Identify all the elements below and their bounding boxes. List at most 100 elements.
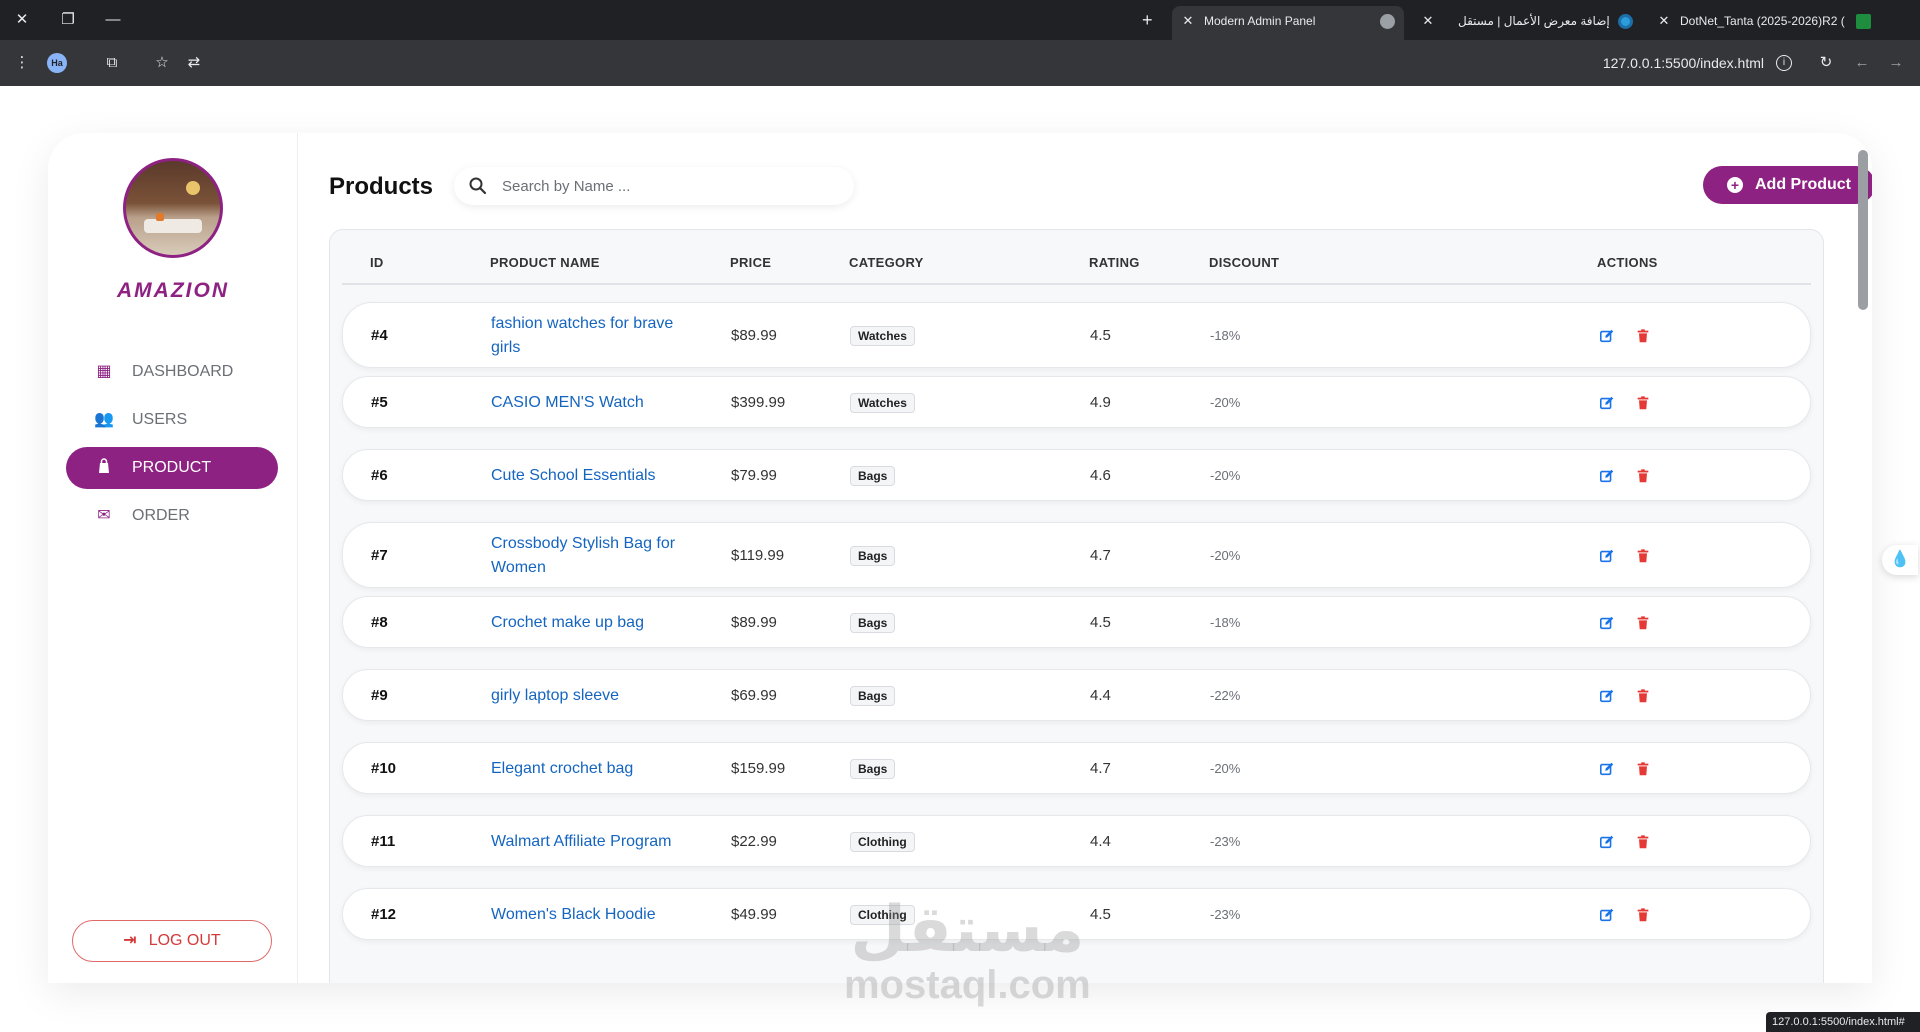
profile-avatar[interactable]: Ha <box>47 53 67 73</box>
products-table: ID PRODUCT NAME PRICE CATEGORY RATING DI… <box>329 229 1824 983</box>
browser-tab-strip: ✕ ❐ — + ✕ Modern Admin Panel ✕ إضافة معر… <box>0 0 1920 40</box>
tab-dotnet-sheet[interactable]: ✕ DotNet_Tanta (2025-2026)R2 ( <box>1648 6 1872 40</box>
add-product-button[interactable]: + Add Product <box>1703 166 1872 204</box>
minimize-window-icon[interactable]: — <box>101 8 125 32</box>
logout-button[interactable]: ⇥ LOG OUT <box>72 920 272 962</box>
product-name-link[interactable]: CASIO MEN'S Watch <box>491 391 691 415</box>
menu-dots-icon[interactable]: ⋮ <box>10 51 34 75</box>
product-price: $159.99 <box>731 760 786 777</box>
tab-label: إضافة معرض الأعمال | مستقل <box>1458 14 1610 28</box>
edit-icon[interactable] <box>1599 468 1617 486</box>
bag-icon <box>94 447 114 489</box>
product-name-link[interactable]: girly laptop sleeve <box>491 684 691 708</box>
category-badge: Bags <box>850 759 896 779</box>
product-price: $22.99 <box>731 833 777 850</box>
sidebar-item-product[interactable]: PRODUCT <box>66 447 278 489</box>
product-id: #6 <box>371 467 388 484</box>
users-icon: 👥 <box>94 411 114 428</box>
table-row: #10 Elegant crochet bag $159.99 Bags 4.7 -20% <box>342 742 1811 794</box>
edit-icon[interactable] <box>1599 688 1617 706</box>
admin-panel: AMAZION ▦ DASHBOARD 👥 USERS PRODUCT ✉ OR… <box>48 133 1872 983</box>
edit-icon[interactable] <box>1599 395 1617 413</box>
close-tab-icon[interactable]: ✕ <box>1420 6 1436 36</box>
product-name-link[interactable]: Crochet make up bag <box>491 611 691 635</box>
extensions-icon[interactable]: ⧉ <box>100 51 124 75</box>
product-discount: -18% <box>1210 615 1241 630</box>
close-tab-icon[interactable]: ✕ <box>1180 6 1196 36</box>
trash-icon[interactable] <box>1635 907 1653 925</box>
product-name-link[interactable]: fashion watches for brave girls <box>491 312 691 360</box>
category-badge: Bags <box>850 466 896 486</box>
product-discount: -20% <box>1210 395 1241 410</box>
water-drop-icon[interactable]: 💧 <box>1882 545 1918 575</box>
trash-icon[interactable] <box>1635 688 1653 706</box>
close-window-icon[interactable]: ✕ <box>10 8 34 32</box>
edit-icon[interactable] <box>1599 834 1617 852</box>
trash-icon[interactable] <box>1635 834 1653 852</box>
trash-icon[interactable] <box>1635 395 1653 413</box>
table-header: ID PRODUCT NAME PRICE CATEGORY RATING DI… <box>342 230 1811 285</box>
product-name-link[interactable]: Crossbody Stylish Bag for Women <box>491 532 691 580</box>
product-name-link[interactable]: Elegant crochet bag <box>491 757 691 781</box>
table-row: #4 fashion watches for brave girls $89.99 W… <box>342 302 1811 368</box>
brand-logo-image <box>123 158 223 258</box>
product-discount: -23% <box>1210 834 1241 849</box>
product-price: $79.99 <box>731 467 777 484</box>
site-info-icon[interactable]: i <box>1776 55 1792 71</box>
add-product-label: Add Product <box>1755 176 1851 193</box>
tab-mostaql[interactable]: ✕ إضافة معرض الأعمال | مستقل <box>1412 6 1640 40</box>
sign-out-icon: ⇥ <box>123 932 137 949</box>
reload-icon[interactable]: ↻ <box>1814 51 1838 75</box>
product-discount: -18% <box>1210 328 1241 343</box>
edit-icon[interactable] <box>1599 615 1617 633</box>
address-bar[interactable]: 127.0.0.1:5500/index.html i <box>1580 48 1800 78</box>
sidebar-item-dashboard[interactable]: ▦ DASHBOARD <box>66 351 278 393</box>
search-input[interactable] <box>502 167 842 205</box>
product-id: #12 <box>371 906 397 923</box>
sidebar-item-order[interactable]: ✉ ORDER <box>66 495 278 537</box>
product-name-link[interactable]: Cute School Essentials <box>491 464 691 488</box>
forward-icon[interactable]: → <box>1884 51 1908 75</box>
category-badge: Bags <box>850 686 896 706</box>
back-icon[interactable]: ← <box>1850 51 1874 75</box>
globe-icon <box>1380 14 1395 29</box>
product-rating: 4.5 <box>1090 906 1111 923</box>
edit-icon[interactable] <box>1599 548 1617 566</box>
category-badge: Bags <box>850 546 896 566</box>
trash-icon[interactable] <box>1635 468 1653 486</box>
close-tab-icon[interactable]: ✕ <box>1656 6 1672 36</box>
trash-icon[interactable] <box>1635 548 1653 566</box>
product-name-link[interactable]: Walmart Affiliate Program <box>491 830 691 854</box>
tab-modern-admin-panel[interactable]: ✕ Modern Admin Panel <box>1172 6 1404 40</box>
bookmark-star-icon[interactable]: ☆ <box>150 51 174 75</box>
trash-icon[interactable] <box>1635 328 1653 346</box>
table-row: #11 Walmart Affiliate Program $22.99 Clothi… <box>342 815 1811 867</box>
edit-icon[interactable] <box>1599 761 1617 779</box>
tab-label: DotNet_Tanta (2025-2026)R2 ( <box>1680 14 1845 28</box>
product-discount: -20% <box>1210 548 1241 563</box>
sidebar-item-label: PRODUCT <box>132 459 212 476</box>
column-header-product-name: PRODUCT NAME <box>490 255 600 270</box>
edit-icon[interactable] <box>1599 907 1617 925</box>
category-badge: Bags <box>850 613 896 633</box>
product-id: #9 <box>371 687 388 704</box>
product-rating: 4.4 <box>1090 687 1111 704</box>
translate-icon[interactable]: ⇄ <box>182 51 206 75</box>
product-id: #5 <box>371 394 388 411</box>
sidebar-item-label: USERS <box>132 411 188 428</box>
trash-icon[interactable] <box>1635 761 1653 779</box>
page-scrollbar[interactable] <box>1858 150 1868 310</box>
sidebar-item-users[interactable]: 👥 USERS <box>66 399 278 441</box>
product-price: $49.99 <box>731 906 777 923</box>
restore-window-icon[interactable]: ❐ <box>56 8 80 32</box>
logout-label: LOG OUT <box>148 932 221 949</box>
new-tab-button[interactable]: + <box>1142 8 1153 32</box>
product-rating: 4.7 <box>1090 760 1111 777</box>
edit-icon[interactable] <box>1599 328 1617 346</box>
product-name-link[interactable]: Women's Black Hoodie <box>491 903 691 927</box>
trash-icon[interactable] <box>1635 615 1653 633</box>
product-price: $69.99 <box>731 687 777 704</box>
product-rating: 4.6 <box>1090 467 1111 484</box>
mostaql-icon <box>1618 14 1633 29</box>
plus-circle-icon: + <box>1727 177 1743 193</box>
